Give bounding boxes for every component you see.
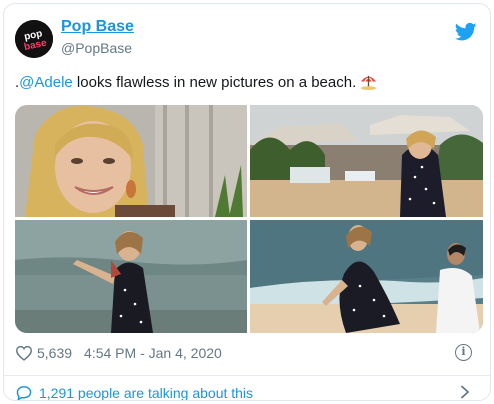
photo-1[interactable] [15, 105, 247, 217]
heart-icon[interactable] [15, 345, 33, 361]
photo-2[interactable] [250, 105, 483, 217]
conversation-label[interactable]: 1,291 people are talking about this [39, 385, 253, 400]
tweet-text: .@Adele looks flawless in new pictures o… [15, 73, 378, 93]
photo-beach-bar [250, 105, 483, 217]
chevron-right-icon[interactable] [460, 385, 470, 399]
photo-sea-walk [15, 220, 247, 333]
divider [4, 375, 490, 376]
tweet-timestamp[interactable]: 4:54 PM - Jan 4, 2020 [84, 345, 222, 361]
photo-4[interactable] [250, 220, 483, 333]
conversation-link[interactable]: 1,291 people are talking about this [15, 383, 253, 400]
display-name[interactable]: Pop Base [61, 18, 134, 36]
tweet-body: looks flawless in new pictures on a beac… [72, 74, 357, 91]
beach-umbrella-icon [361, 75, 377, 90]
avatar[interactable]: pop base [15, 20, 53, 58]
twitter-bird-icon[interactable] [455, 22, 477, 42]
tweet-meta: 5,639 4:54 PM - Jan 4, 2020 [15, 343, 222, 363]
photo-3[interactable] [15, 220, 247, 333]
info-icon[interactable]: i [455, 344, 472, 361]
mention-link[interactable]: @Adele [19, 74, 73, 91]
like-count[interactable]: 5,639 [37, 345, 72, 361]
pop-base-logo: pop base [15, 20, 53, 58]
user-handle[interactable]: @PopBase [61, 40, 132, 56]
tweet-card[interactable]: pop base Pop Base @PopBase .@Adele looks… [3, 3, 491, 401]
photo-shoreline [250, 220, 483, 333]
photo-grid [15, 105, 483, 333]
speech-bubble-icon [16, 386, 32, 400]
photo-portrait [15, 105, 247, 217]
